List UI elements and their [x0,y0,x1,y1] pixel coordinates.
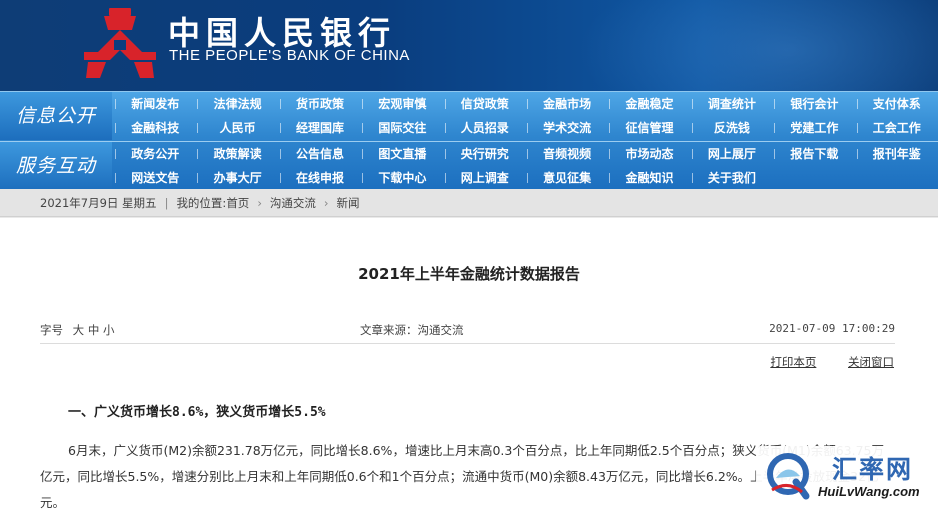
nav-item[interactable]: 支付体系 [856,92,938,116]
nav-item[interactable]: 网送文告 [114,166,196,190]
article-tools: 打印本页 关闭窗口 [742,354,894,370]
nav-item[interactable]: 货币政策 [279,92,361,116]
nav-item[interactable]: 国际交往 [361,116,443,140]
article-source: 文章来源：沟通交流 [360,323,464,337]
font-size-label: 字号 [40,323,63,337]
breadcrumb-bar: 2021年7月9日 星期五 | 我的位置: 首页 › 沟通交流 › 新闻 [0,189,938,217]
nav-item[interactable]: 法律法规 [196,92,278,116]
nav-item[interactable]: 政策解读 [196,142,278,166]
nav-item[interactable]: 人员招录 [444,116,526,140]
chevron-right-icon: › [323,196,329,210]
nav-section-label: 服务互动 [0,142,112,190]
font-size-large-button[interactable]: 大 [73,323,85,337]
site-header: 中国人民银行 THE PEOPLE'S BANK OF CHINA [0,0,938,91]
nav-item[interactable]: 报刊年鉴 [856,142,938,166]
nav-item[interactable]: 市场动态 [608,142,690,166]
nav-item[interactable]: 新闻发布 [114,92,196,116]
article-meta: 字号 大 中 小 文章来源：沟通交流 2021-07-09 17:00:29 [40,316,895,344]
nav-item[interactable]: 金融市场 [526,92,608,116]
watermark: 汇率网 HuiLvWang.com [756,446,936,506]
nav-grid-service: 政务公开 政策解读 公告信息 图文直播 央行研究 音频视频 市场动态 网上展厅 … [114,142,938,190]
nav-item[interactable]: 意见征集 [526,166,608,190]
nav-item[interactable]: 反洗钱 [691,116,773,140]
nav-item[interactable]: 政务公开 [114,142,196,166]
watermark-text-cn: 汇率网 [832,455,914,484]
nav-item[interactable]: 经理国库 [279,116,361,140]
nav-section-info: 信息公开 新闻发布 法律法规 货币政策 宏观审慎 信贷政策 金融市场 金融稳定 … [0,92,938,140]
nav-item[interactable]: 调查统计 [691,92,773,116]
nav-item[interactable]: 下载中心 [361,166,443,190]
current-date: 2021年7月9日 星期五 [40,196,157,210]
section-heading: 一、广义货币增长8.6%，狭义货币增长5.5% [68,405,326,420]
nav-item[interactable]: 公告信息 [279,142,361,166]
nav-item[interactable]: 金融稳定 [608,92,690,116]
nav-item[interactable]: 图文直播 [361,142,443,166]
breadcrumb: 2021年7月9日 星期五 | 我的位置: 首页 › 沟通交流 › 新闻 [40,189,360,217]
nav-item[interactable]: 央行研究 [444,142,526,166]
breadcrumb-home[interactable]: 首页 [226,189,249,217]
nav-item[interactable]: 金融科技 [114,116,196,140]
article-time: 2021-07-09 17:00:29 [769,322,895,335]
font-size-small-button[interactable]: 小 [103,323,115,337]
huilvwang-logo-icon [767,453,810,500]
breadcrumb-news[interactable]: 新闻 [337,189,360,217]
watermark-text-en: HuiLvWang.com [818,484,920,499]
nav-section-label: 信息公开 [0,92,112,140]
chevron-right-icon: › [257,196,262,210]
pboc-logo-icon[interactable] [80,6,160,82]
nav-item[interactable]: 银行会计 [773,92,855,116]
nav-item[interactable]: 音频视频 [526,142,608,166]
nav-item[interactable]: 学术交流 [526,116,608,140]
nav-section-service: 服务互动 政务公开 政策解读 公告信息 图文直播 央行研究 音频视频 市场动态 … [0,141,938,190]
breadcrumb-communication[interactable]: 沟通交流 [270,189,316,217]
nav-item[interactable]: 党建工作 [773,116,855,140]
breadcrumb-separator: | [164,196,169,210]
nav-item[interactable]: 办事大厅 [196,166,278,190]
nav-item[interactable]: 网上调查 [444,166,526,190]
nav-grid-info: 新闻发布 法律法规 货币政策 宏观审慎 信贷政策 金融市场 金融稳定 调查统计 … [114,92,938,140]
nav-item[interactable]: 工会工作 [856,116,938,140]
font-size-medium-button[interactable]: 中 [88,323,100,337]
article-title: 2021年上半年金融统计数据报告 [358,265,580,283]
site-title-en[interactable]: THE PEOPLE'S BANK OF CHINA [169,47,410,64]
nav-item[interactable]: 关于我们 [691,166,773,190]
nav-item[interactable]: 金融知识 [608,166,690,190]
nav-item[interactable]: 征信管理 [608,116,690,140]
print-page-link[interactable]: 打印本页 [770,355,816,369]
main-nav: 信息公开 新闻发布 法律法规 货币政策 宏观审慎 信贷政策 金融市场 金融稳定 … [0,91,938,190]
nav-item[interactable]: 信贷政策 [444,92,526,116]
nav-item[interactable]: 网上展厅 [691,142,773,166]
nav-item[interactable]: 宏观审慎 [361,92,443,116]
nav-item[interactable]: 在线申报 [279,166,361,190]
nav-item[interactable]: 人民币 [196,116,278,140]
font-size-control: 字号 大 中 小 [40,322,114,338]
close-window-link[interactable]: 关闭窗口 [848,355,894,369]
location-label: 我的位置: [176,196,227,210]
nav-item[interactable]: 报告下载 [773,142,855,166]
